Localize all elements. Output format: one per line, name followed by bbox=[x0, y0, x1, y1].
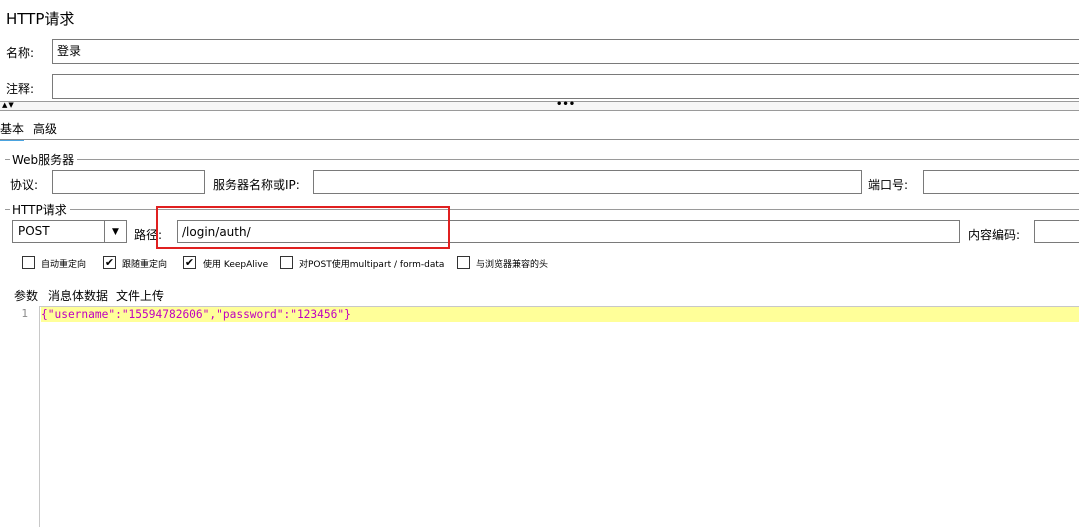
method-value: POST bbox=[18, 224, 50, 238]
highlight-annotation-box bbox=[156, 206, 450, 249]
protocol-input[interactable] bbox=[52, 170, 205, 194]
multipart-checkbox[interactable] bbox=[280, 256, 293, 269]
browser-compatible-headers-label: 与浏览器兼容的头 bbox=[476, 260, 549, 270]
comment-label: 注释: bbox=[6, 82, 35, 96]
web-server-group-label: Web服务器 bbox=[10, 151, 78, 168]
encoding-input[interactable] bbox=[1034, 220, 1079, 243]
splitter-bar[interactable] bbox=[0, 101, 1079, 111]
check-icon: ✔ bbox=[184, 256, 195, 269]
drag-handle-icon[interactable]: ••• bbox=[556, 100, 575, 110]
panel-title: HTTP请求 bbox=[6, 10, 75, 28]
keepalive-checkbox[interactable]: ✔ bbox=[183, 256, 196, 269]
subtab-file-upload[interactable]: 文件上传 bbox=[116, 287, 164, 306]
follow-redirect-label: 跟随重定向 bbox=[122, 260, 168, 270]
line-number-gutter bbox=[0, 306, 40, 527]
protocol-label: 协议: bbox=[10, 178, 39, 192]
tab-divider bbox=[0, 139, 1079, 140]
collapse-expand-icon[interactable]: ▲▼ bbox=[2, 101, 15, 110]
name-label: 名称: bbox=[6, 46, 35, 60]
tab-basic[interactable]: 基本 bbox=[0, 120, 25, 141]
server-label: 服务器名称或IP: bbox=[213, 178, 300, 192]
http-request-group-label: HTTP请求 bbox=[10, 201, 70, 218]
body-code-line[interactable]: {"username":"15594782606","password":"12… bbox=[41, 307, 351, 322]
encoding-label: 内容编码: bbox=[968, 228, 1021, 242]
subtab-parameters[interactable]: 参数 bbox=[14, 287, 38, 306]
multipart-label: 对POST使用multipart / form-data bbox=[299, 260, 445, 270]
web-server-group-border bbox=[5, 159, 1079, 160]
browser-compatible-headers-checkbox[interactable] bbox=[457, 256, 470, 269]
keepalive-label: 使用 KeepAlive bbox=[203, 260, 269, 270]
check-icon: ✔ bbox=[104, 256, 115, 269]
tab-advanced[interactable]: 高级 bbox=[33, 120, 57, 139]
chevron-down-icon[interactable]: ▼ bbox=[104, 221, 126, 242]
line-number: 1 bbox=[21, 307, 28, 320]
follow-redirect-checkbox[interactable]: ✔ bbox=[103, 256, 116, 269]
comment-input[interactable] bbox=[52, 74, 1079, 99]
auto-redirect-checkbox[interactable] bbox=[22, 256, 35, 269]
method-select[interactable]: POST ▼ bbox=[12, 220, 127, 243]
port-input[interactable] bbox=[923, 170, 1079, 194]
port-label: 端口号: bbox=[868, 178, 909, 192]
subtab-body-data[interactable]: 消息体数据 bbox=[48, 287, 109, 308]
name-input[interactable]: 登录 bbox=[52, 39, 1079, 64]
server-input[interactable] bbox=[313, 170, 862, 194]
body-editor[interactable] bbox=[0, 306, 1079, 527]
auto-redirect-label: 自动重定向 bbox=[41, 260, 87, 270]
